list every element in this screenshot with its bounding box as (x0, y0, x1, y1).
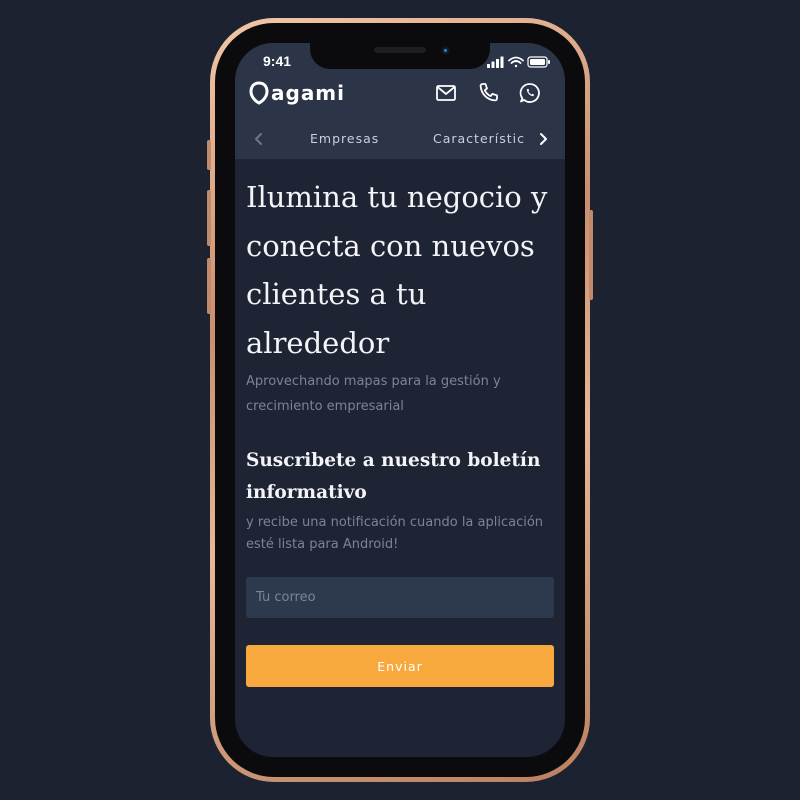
mail-icon[interactable] (434, 81, 458, 105)
agami-logo[interactable]: agami (249, 79, 345, 107)
phone-icon[interactable] (476, 81, 500, 105)
chevron-left-icon[interactable] (249, 129, 269, 149)
status-time: 9:41 (263, 53, 292, 69)
newsletter-subtitle: y recibe una notificación cuando la apli… (246, 515, 544, 552)
phone-volume-down-button (207, 258, 211, 314)
send-button[interactable]: Enviar (246, 645, 554, 687)
phone-power-button (589, 210, 593, 300)
wifi-icon (508, 56, 524, 68)
phone-camera (441, 46, 450, 55)
phone-speaker (374, 47, 426, 53)
nav-item-caracteristicas[interactable]: Característic (433, 131, 525, 146)
nav-carousel: Empresas Característic (235, 123, 565, 155)
phone-side-button (207, 140, 211, 170)
signal-icon (487, 56, 504, 68)
battery-icon (527, 56, 550, 68)
app-screen: 9:41 agami Empresas Característic Ilumin… (235, 43, 565, 757)
chevron-right-icon[interactable] (533, 129, 553, 149)
logo-text: agami (271, 81, 346, 105)
map-pin-logo-icon (249, 81, 269, 105)
hero-subtitle: Aprovechando mapas para la gestión y cre… (246, 374, 501, 414)
email-field[interactable] (246, 577, 554, 618)
newsletter-title: Suscribete a nuestro boletín informativo (246, 450, 541, 503)
whatsapp-icon[interactable] (518, 81, 542, 105)
nav-item-empresas[interactable]: Empresas (310, 131, 379, 146)
status-icons (487, 56, 550, 68)
hero-title: Ilumina tu negocio y conecta con nuevos … (246, 180, 548, 360)
phone-volume-up-button (207, 190, 211, 246)
